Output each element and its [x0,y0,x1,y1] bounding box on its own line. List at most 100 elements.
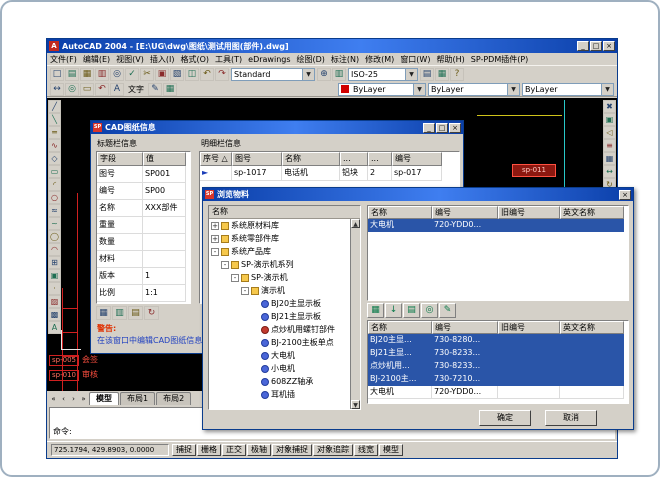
column-header[interactable]: ... [340,152,368,166]
field-row[interactable]: 名称 XXX部件 [97,200,190,217]
region-icon[interactable]: ▩ [48,308,61,321]
linetype-combo[interactable]: ByLayer ▼ [428,83,520,96]
circle-icon[interactable]: ○ [48,191,61,204]
save-icon[interactable]: ▦ [80,68,94,81]
polygon-icon[interactable]: ◇ [48,152,61,165]
field-row[interactable]: 比例 1:1 [97,285,190,302]
layout-tab[interactable]: 布局2 [156,392,191,405]
properties-icon[interactable]: ▤ [420,68,434,81]
menu-item[interactable]: SP-PDM插件(P) [468,54,532,65]
chevron-down-icon[interactable]: ▼ [302,69,314,80]
column-header[interactable]: ... [368,152,392,166]
zoom-previous-icon[interactable]: ↶ [95,83,109,96]
dialog-maximize-button[interactable]: □ [436,123,448,133]
mirror-icon[interactable]: ◁ [603,126,616,139]
dialog-minimize-button[interactable]: _ [423,123,435,133]
table-row[interactable]: 大电机 720-YDD0... [368,386,628,399]
layout-tab[interactable]: 布局1 [120,392,155,405]
status-toggle-button[interactable]: 正交 [222,444,246,456]
tree-item[interactable]: + 系统零部件库 [209,232,360,245]
column-header[interactable]: 名称 [368,206,432,219]
status-toggle-button[interactable]: 极轴 [247,444,271,456]
pan-icon[interactable]: ↔ [50,83,64,96]
field-row[interactable]: 重量 [97,217,190,234]
tree-scrollbar[interactable]: ▲ ▼ [350,219,360,409]
column-header[interactable]: 序号 △ [200,152,232,166]
rectangle-icon[interactable]: ▭ [48,165,61,178]
menu-item[interactable]: 格式(O) [177,54,212,65]
table-row[interactable]: 点炒机用... 730-8233... [368,360,628,373]
tree-expand-icon[interactable]: + [211,235,219,243]
design-center-icon[interactable]: ▦ [435,68,449,81]
next-tab-icon[interactable]: › [69,393,78,405]
tree-item[interactable]: - 演示机 [209,284,360,297]
mtext-icon[interactable]: A [48,321,61,334]
column-header[interactable]: 编号 [432,321,498,334]
field-row[interactable]: 图号 SP001 [97,166,190,183]
tree-item[interactable]: - SP-演示机系列 [209,258,360,271]
tree-item[interactable]: 608ZZ轴承 [209,375,360,388]
help-icon[interactable]: ? [450,68,464,81]
hatch-icon[interactable]: ▨ [48,295,61,308]
field-row[interactable]: 材料 [97,251,190,268]
menu-item[interactable]: 视图(V) [113,54,147,65]
add-material-icon[interactable]: ↓ [385,303,402,318]
text-style-icon[interactable]: A [110,83,124,96]
detail-row[interactable]: ► sp-1017 电话机 铝块 2 sp-017 [200,166,459,181]
color-combo[interactable]: ByLayer ▼ [338,83,426,96]
chevron-down-icon[interactable]: ▼ [413,84,425,95]
minimize-button[interactable]: _ [577,41,589,51]
scroll-down-icon[interactable]: ▼ [351,400,360,409]
copy-object-icon[interactable]: ▣ [603,113,616,126]
multiline-icon[interactable]: ═ [48,126,61,139]
field-row[interactable]: 编号 SP00 [97,183,190,200]
tree-item[interactable]: 耳机插 [209,388,360,401]
field-row[interactable]: 版本 1 [97,268,190,285]
status-toggle-button[interactable]: 对象捕捉 [272,444,312,456]
plot-preview-icon[interactable]: ◎ [110,68,124,81]
chevron-down-icon[interactable]: ▼ [601,84,613,95]
erase-icon[interactable]: ✖ [603,100,616,113]
line-icon[interactable]: ╱ [48,100,61,113]
zoom-window-icon[interactable]: ▭ [80,83,94,96]
plot-icon[interactable]: ▥ [95,68,109,81]
lineweight-combo[interactable]: ByLayer ▼ [522,83,614,96]
point-icon[interactable]: · [48,282,61,295]
mtext-icon[interactable]: ✎ [148,83,162,96]
cancel-button[interactable]: 取消 [545,410,597,426]
close-button[interactable]: × [603,41,615,51]
arc-icon[interactable]: ◜ [48,178,61,191]
dialog-close-button[interactable]: × [449,123,461,133]
last-tab-icon[interactable]: » [79,393,88,405]
insert-block-icon[interactable]: ⊞ [48,256,61,269]
array-icon[interactable]: ▦ [603,152,616,165]
ellipse-arc-icon[interactable]: ◠ [48,243,61,256]
menu-item[interactable]: 窗口(W) [397,54,433,65]
paste-icon[interactable]: ▧ [170,68,184,81]
tool-palettes-icon[interactable]: ▥ [332,68,346,81]
zoom-realtime-icon[interactable]: ◎ [65,83,79,96]
tree-item[interactable]: - SP-演示机 [209,271,360,284]
status-toggle-button[interactable]: 线宽 [354,444,378,456]
column-header[interactable]: 名称 [282,152,340,166]
tree-item[interactable]: 点炒机用螺钉部件 [209,323,360,336]
menu-item[interactable]: 工具(T) [212,54,245,65]
edit-material-icon[interactable]: ✎ [439,303,456,318]
menu-item[interactable]: 修改(M) [362,54,397,65]
open-icon[interactable]: ▤ [65,68,79,81]
tree-expand-icon[interactable]: - [231,274,239,282]
match-properties-icon[interactable]: ◫ [185,68,199,81]
first-tab-icon[interactable]: « [49,393,58,405]
material-list-icon[interactable]: ▦ [367,303,384,318]
field-row[interactable]: 数量 [97,234,190,251]
column-header[interactable]: 名称 [368,321,432,334]
spelling-icon[interactable]: ✓ [125,68,139,81]
tree-expand-icon[interactable]: + [211,222,219,230]
maximize-button[interactable]: □ [590,41,602,51]
ellipse-icon[interactable]: ◯ [48,230,61,243]
toolbar-style-combo[interactable]: Standard ▼ [231,68,315,81]
chevron-down-icon[interactable]: ▼ [507,84,519,95]
column-header[interactable]: 字段 [97,152,143,166]
revcloud-icon[interactable]: ≈ [48,204,61,217]
menu-item[interactable]: 标注(N) [328,54,362,65]
